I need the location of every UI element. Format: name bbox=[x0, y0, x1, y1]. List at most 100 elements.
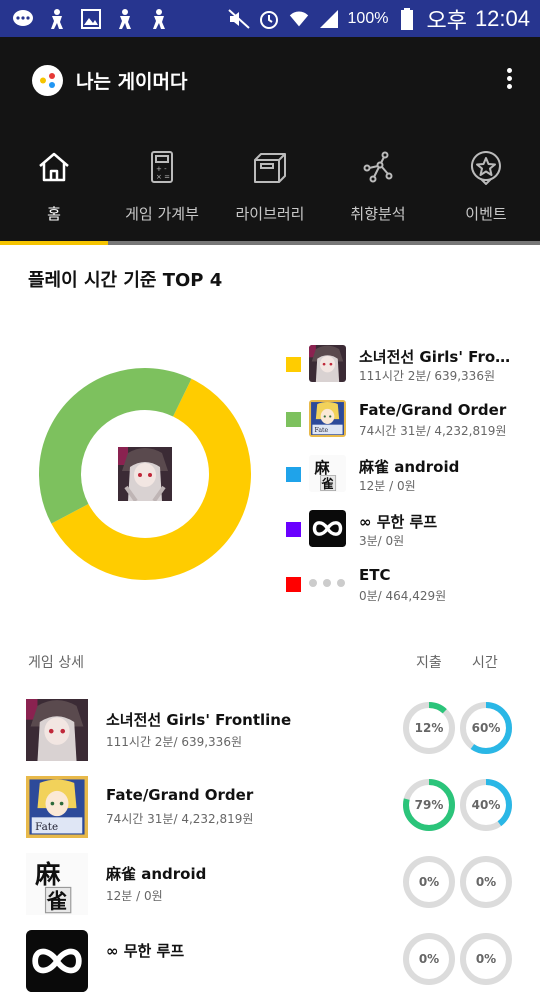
signal-icon bbox=[318, 8, 340, 30]
game-notification-icon-3 bbox=[148, 8, 170, 30]
ring-label: 0% bbox=[419, 875, 439, 889]
star-badge-icon bbox=[470, 151, 501, 185]
legend-item[interactable]: ETC 0분/ 464,429원 bbox=[286, 565, 526, 620]
time-ring: 0% bbox=[460, 933, 512, 985]
ring-label: 0% bbox=[476, 952, 496, 966]
game-name: 소녀전선 Girls' Frontline bbox=[106, 711, 292, 729]
game-thumbnail: 麻雀 bbox=[309, 455, 346, 492]
system-status: 100% 오후 12:04 bbox=[227, 3, 540, 35]
spend-ring: 0% bbox=[403, 933, 455, 985]
calculator-icon: + -× = bbox=[151, 151, 173, 183]
game-thumbnail: Fate bbox=[26, 776, 88, 838]
tab-ledger[interactable]: + - × = 게임 가계부 bbox=[108, 149, 216, 234]
svg-text:雀: 雀 bbox=[46, 889, 68, 913]
etc-dots-icon bbox=[309, 579, 345, 587]
ring-label: 60% bbox=[472, 721, 501, 735]
mute-icon bbox=[227, 8, 250, 30]
game-name: 麻雀 android bbox=[106, 865, 207, 883]
tab-label: 이벤트 bbox=[465, 205, 507, 223]
top4-title: 플레이 시간 기준 TOP 4 bbox=[28, 270, 223, 291]
app-logo bbox=[32, 65, 63, 96]
legend-item[interactable]: 소녀전선 Girls' Fron... 111시간 2분/ 639,336원 bbox=[286, 345, 526, 400]
game-name: ∞ 무한 루프 bbox=[106, 942, 185, 960]
chart-legend: 소녀전선 Girls' Fron... 111시간 2분/ 639,336원 F… bbox=[286, 345, 526, 620]
legend-game-stats: 74시간 31분/ 4,232,819원 bbox=[359, 424, 507, 438]
status-ampm: 오후 bbox=[426, 7, 467, 33]
svg-text:麻: 麻 bbox=[313, 459, 330, 477]
spend-ring: 12% bbox=[403, 702, 455, 754]
game-notification-icon bbox=[46, 8, 68, 30]
game-thumbnail bbox=[26, 699, 88, 761]
legend-game-stats: 0분/ 464,429원 bbox=[359, 589, 447, 603]
game-row[interactable]: 소녀전선 Girls' Frontline 111시간 2분/ 639,336원… bbox=[26, 699, 516, 765]
tab-bar: 홈 + - × = 게임 가계부 라이브러리 취향분석 이벤트 bbox=[0, 149, 540, 234]
chat-notification-icon bbox=[12, 8, 34, 30]
detail-title: 게임 상세 bbox=[28, 655, 84, 671]
legend-swatch bbox=[286, 577, 301, 592]
time-column-header[interactable]: 시간 bbox=[472, 652, 498, 672]
legend-item[interactable]: ∞ 무한 루프 3분/ 0원 bbox=[286, 510, 526, 565]
game-thumbnail bbox=[309, 345, 346, 382]
game-row[interactable]: ∞ 무한 루프 0% 0% bbox=[26, 930, 516, 996]
ring-label: 0% bbox=[419, 952, 439, 966]
battery-icon bbox=[396, 7, 418, 30]
notification-icons bbox=[0, 8, 170, 30]
svg-text:+ -: + - bbox=[156, 165, 167, 173]
legend-swatch bbox=[286, 412, 301, 427]
ring-label: 40% bbox=[472, 798, 501, 812]
time-ring: 40% bbox=[460, 779, 512, 831]
home-icon bbox=[39, 152, 69, 182]
legend-swatch bbox=[286, 467, 301, 482]
legend-game-stats: 111시간 2분/ 639,336원 bbox=[359, 369, 495, 383]
game-name: Fate/Grand Order bbox=[106, 786, 254, 804]
top-game-avatar bbox=[118, 447, 172, 503]
legend-item[interactable]: 麻雀 麻雀 android 12분 / 0원 bbox=[286, 455, 526, 510]
legend-game-name: 소녀전선 Girls' Fron... bbox=[359, 348, 519, 366]
tab-label: 취향분석 bbox=[350, 205, 406, 223]
legend-game-name: Fate/Grand Order bbox=[359, 401, 507, 419]
tab-library[interactable]: 라이브러리 bbox=[216, 149, 324, 234]
alarm-icon bbox=[258, 8, 280, 30]
box-icon bbox=[254, 153, 286, 183]
legend-game-stats: 3분/ 0원 bbox=[359, 534, 405, 548]
svg-text:雀: 雀 bbox=[320, 476, 333, 491]
wifi-icon bbox=[288, 8, 310, 30]
game-notification-icon-2 bbox=[114, 8, 136, 30]
gallery-notification-icon bbox=[80, 8, 102, 30]
svg-text:× =: × = bbox=[156, 173, 170, 181]
tab-label: 게임 가계부 bbox=[125, 205, 199, 223]
ring-label: 79% bbox=[415, 798, 444, 812]
status-time: 12:04 bbox=[474, 5, 530, 31]
overflow-menu-icon[interactable] bbox=[504, 65, 514, 95]
tab-indicator bbox=[0, 241, 540, 245]
status-bar: 100% 오후 12:04 bbox=[0, 0, 540, 37]
legend-game-name: ∞ 무한 루프 bbox=[359, 513, 438, 531]
game-row[interactable]: Fate Fate/Grand Order 74시간 31분/ 4,232,81… bbox=[26, 776, 516, 842]
legend-game-stats: 12분 / 0원 bbox=[359, 479, 416, 493]
tab-event[interactable]: 이벤트 bbox=[432, 149, 540, 234]
legend-game-name: ETC bbox=[359, 566, 391, 584]
ring-label: 0% bbox=[476, 875, 496, 889]
game-thumbnail bbox=[309, 510, 346, 547]
legend-game-name: 麻雀 android bbox=[359, 458, 460, 476]
svg-text:麻: 麻 bbox=[34, 859, 61, 889]
spend-column-header[interactable]: 지출 bbox=[416, 652, 442, 672]
tab-analysis[interactable]: 취향분석 bbox=[324, 149, 432, 234]
game-stats: 12분 / 0원 bbox=[106, 889, 163, 903]
legend-swatch bbox=[286, 522, 301, 537]
legend-item[interactable]: Fate Fate/Grand Order 74시간 31분/ 4,232,81… bbox=[286, 400, 526, 455]
game-stats: 111시간 2분/ 639,336원 bbox=[106, 735, 242, 749]
time-ring: 60% bbox=[460, 702, 512, 754]
svg-text:Fate: Fate bbox=[314, 427, 328, 434]
app-title: 나는 게이머다 bbox=[76, 71, 188, 93]
legend-swatch bbox=[286, 357, 301, 372]
game-row[interactable]: 麻雀 麻雀 android 12분 / 0원 0% 0% bbox=[26, 853, 516, 919]
game-thumbnail: Fate bbox=[309, 400, 346, 437]
app-header: 나는 게이머다 홈 + - × = 게임 가계부 라이브러리 취향분석 이벤트 bbox=[0, 37, 540, 245]
tab-home[interactable]: 홈 bbox=[0, 149, 108, 234]
svg-text:Fate: Fate bbox=[35, 821, 58, 833]
tab-label: 홈 bbox=[47, 205, 61, 223]
game-thumbnail: 麻雀 bbox=[26, 853, 88, 915]
detail-header: 게임 상세 지출 시간 bbox=[28, 652, 510, 672]
game-thumbnail bbox=[26, 930, 88, 992]
